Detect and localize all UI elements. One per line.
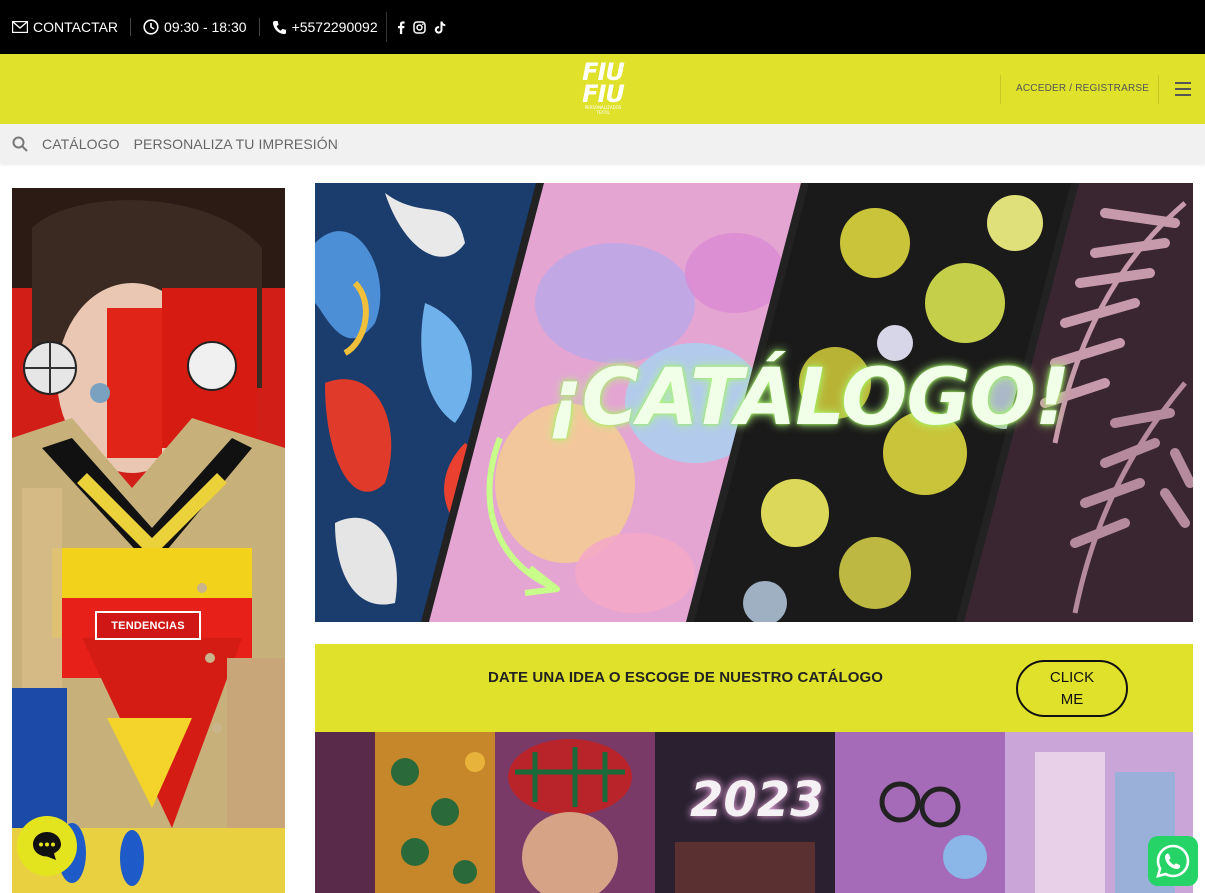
whatsapp-icon [1156,844,1190,878]
hero-title: ¡CATÁLOGO! [547,353,1070,443]
nav-item-personaliza[interactable]: PERSONALIZA TU IMPRESIÓN [134,136,338,152]
phone-link[interactable]: +5572290092 [272,19,378,35]
account-link[interactable]: ACCEDER / REGISTRARSE [1016,83,1149,94]
cta-strip: DATE UNA IDEA O ESCOGE DE NUESTRO CATÁLO… [315,644,1193,732]
divider [1158,75,1159,104]
facebook-icon[interactable] [397,20,405,34]
social-links [397,20,446,34]
trends-2023-banner[interactable]: 2023 [315,732,1193,893]
divider [1000,75,1001,104]
site-header: FIU FIU PERSONALIZADOS TEXTIL ACCEDER / … [0,54,1205,124]
click-me-button[interactable]: CLICK ME [1016,660,1128,717]
divider [258,18,260,36]
phone-label: +5572290092 [291,19,378,35]
logo-line-2: FIU [582,80,625,108]
chat-icon [33,832,61,860]
banner-year: 2023 [690,772,824,828]
cta-text: DATE UNA IDEA O ESCOGE DE NUESTRO CATÁLO… [488,669,884,686]
clock-icon [143,19,159,35]
main-nav: CATÁLOGO PERSONALIZA TU IMPRESIÓN [0,124,1205,163]
cta-button-line-2: ME [1060,690,1084,708]
logo-tagline: PERSONALIZADOS TEXTIL [584,105,622,115]
hours-info: 09:30 - 18:30 [143,19,247,35]
tiktok-icon[interactable] [434,21,446,34]
phone-icon [272,20,286,34]
chat-widget-button[interactable] [17,816,77,876]
site-logo[interactable]: FIU FIU PERSONALIZADOS TEXTIL [578,60,628,117]
nav-item-catalogo[interactable]: CATÁLOGO [42,136,120,152]
contact-link[interactable]: CONTACTAR [12,19,118,35]
trends-banner[interactable]: TENDENCIAS [12,188,285,893]
cta-button-line-1: CLICK [1049,668,1095,686]
search-icon[interactable] [12,136,28,152]
top-bar: CONTACTAR 09:30 - 18:30 +5572290092 [0,0,1205,54]
instagram-icon[interactable] [412,20,426,34]
catalog-hero[interactable]: ¡CATÁLOGO! [315,183,1193,622]
menu-icon[interactable] [1175,82,1191,96]
hours-label: 09:30 - 18:30 [164,19,247,35]
divider [130,18,132,36]
whatsapp-button[interactable] [1148,836,1198,886]
envelope-icon [12,21,28,33]
divider [385,12,387,42]
trends-fashion-image [12,188,285,893]
contact-label: CONTACTAR [33,19,119,35]
trends-button[interactable]: TENDENCIAS [95,611,201,640]
